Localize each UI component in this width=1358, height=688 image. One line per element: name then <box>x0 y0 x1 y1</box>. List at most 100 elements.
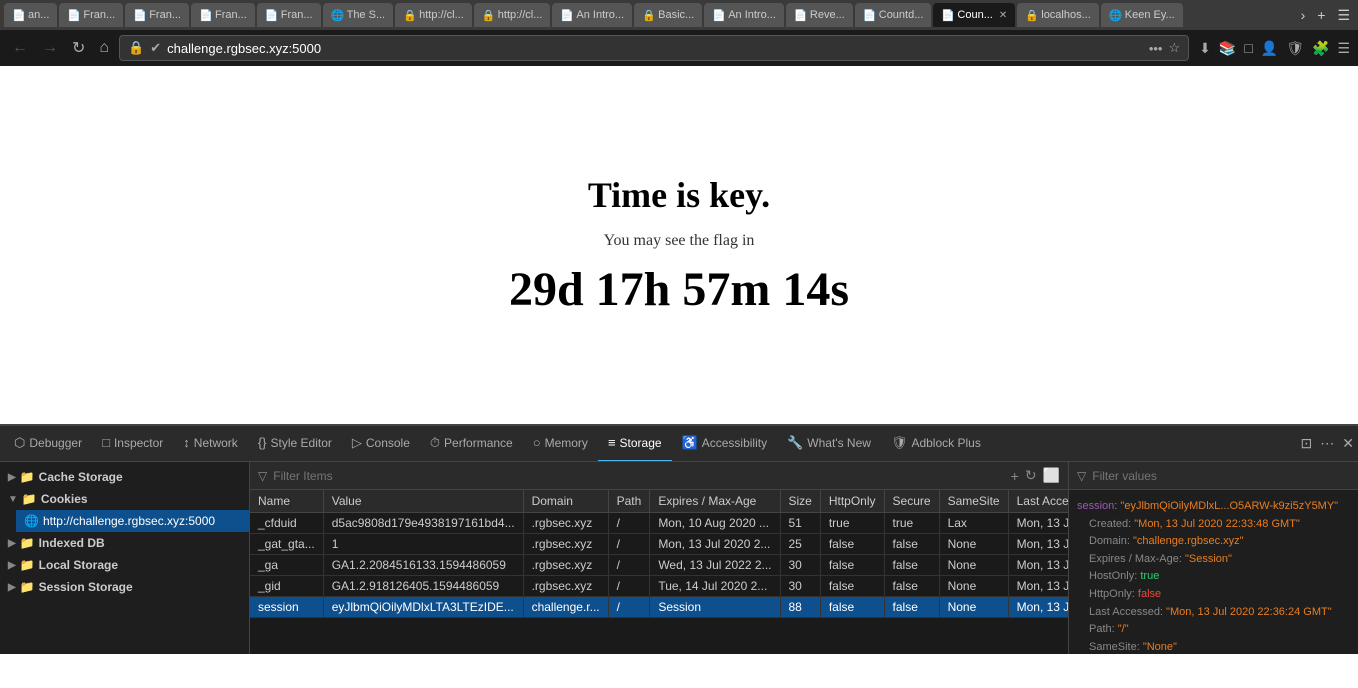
tab-11[interactable]: 📄Reve... <box>786 3 853 27</box>
rp-lastaccessed-row: Last Accessed: "Mon, 13 Jul 2020 22:36:2… <box>1089 604 1350 622</box>
tab-15[interactable]: 🌐Keen Ey... <box>1101 3 1183 27</box>
tab-favicon-1: 📄 <box>67 9 79 21</box>
rp-lastaccessed-label: Last Accessed: <box>1089 606 1166 618</box>
tab-close-13[interactable]: ✕ <box>999 10 1007 21</box>
cell-path: / <box>608 576 650 597</box>
col-expires[interactable]: Expires / Max-Age <box>650 490 780 513</box>
cell-lastaccessed: Mon, 13 Jul 2020 2... <box>1008 597 1068 618</box>
adblock-button[interactable]: 🛡 <box>1286 40 1304 57</box>
col-path[interactable]: Path <box>608 490 650 513</box>
tab-7[interactable]: 🔒http://cl... <box>474 3 551 27</box>
devtools-close-button[interactable]: ✕ <box>1342 435 1354 452</box>
export-button[interactable]: ⬜ <box>1043 467 1060 484</box>
col-domain[interactable]: Domain <box>523 490 608 513</box>
accessibility-icon: ♿ <box>682 435 698 451</box>
col-lastaccessed[interactable]: Last Accessed <box>1008 490 1068 513</box>
rp-hostonly-value: true <box>1140 570 1159 582</box>
tab-favicon-9: 🔒 <box>642 9 654 21</box>
cell-secure: false <box>884 534 939 555</box>
rp-samesite-value: "None" <box>1143 641 1177 653</box>
cell-lastaccessed: Mon, 13 Jul 2020 2... <box>1008 555 1068 576</box>
url-more-button[interactable]: ••• <box>1149 41 1163 56</box>
tab-storage[interactable]: ≡ Storage <box>598 426 672 462</box>
tab-1[interactable]: 📄Fran... <box>59 3 123 27</box>
table-row[interactable]: _ga GA1.2.2084516133.1594486059 .rgbsec.… <box>250 555 1068 576</box>
tree-item-cache-storage[interactable]: ▶ 📁 Cache Storage <box>0 466 249 488</box>
tab-14[interactable]: 🔒localhos... <box>1017 3 1099 27</box>
col-size[interactable]: Size <box>780 490 820 513</box>
library-button[interactable]: 📚 <box>1219 40 1236 57</box>
tree-item-indexed-db[interactable]: ▶ 📁 Indexed DB <box>0 532 249 554</box>
tree-item-cookies-challenge[interactable]: 🌐 http://challenge.rgbsec.xyz:5000 <box>16 510 249 532</box>
bookmark-button[interactable]: ☆ <box>1168 40 1180 56</box>
table-row[interactable]: _cfduid d5ac9808d179e4938197161bd4... .r… <box>250 513 1068 534</box>
download-button[interactable]: ⬇ <box>1199 40 1211 57</box>
col-secure[interactable]: Secure <box>884 490 939 513</box>
tab-inspector[interactable]: □ Inspector <box>92 426 173 462</box>
devtools-controls: ⊡ ⋯ ✕ <box>1301 435 1354 452</box>
tab-debugger[interactable]: ⬡ Debugger <box>4 426 92 462</box>
new-tab-button[interactable]: + <box>1313 5 1329 25</box>
tab-style-editor[interactable]: {} Style Editor <box>248 426 342 462</box>
tab-6[interactable]: 🔒http://cl... <box>395 3 472 27</box>
tab-13[interactable]: 📄Coun...✕ <box>933 3 1015 27</box>
filter-input[interactable] <box>273 469 1004 483</box>
tab-9[interactable]: 🔒Basic... <box>634 3 702 27</box>
devtools-dock-button[interactable]: ⊡ <box>1301 435 1313 452</box>
tab-accessibility[interactable]: ♿ Accessibility <box>672 426 778 462</box>
table-row[interactable]: _gid GA1.2.918126405.1594486059 .rgbsec.… <box>250 576 1068 597</box>
table-row-session[interactable]: session eyJlbmQiOilyMDlxLTA3LTEzIDE... c… <box>250 597 1068 618</box>
tab-4[interactable]: 📄Fran... <box>257 3 321 27</box>
cell-name: _gat_gta... <box>250 534 323 555</box>
col-name[interactable]: Name <box>250 490 323 513</box>
browser-chrome: 📄an... 📄Fran... 📄Fran... 📄Fran... 📄Fran.… <box>0 0 1358 66</box>
page-subtitle: You may see the flag in <box>604 232 755 250</box>
tab-2[interactable]: 📄Fran... <box>125 3 189 27</box>
storage-main-panel: ▽ + ↻ ⬜ Name Value Domain Path <box>250 462 1068 654</box>
rp-path-row: Path: "/" <box>1089 621 1350 639</box>
tab-3[interactable]: 📄Fran... <box>191 3 255 27</box>
tab-memory[interactable]: ○ Memory <box>523 426 598 462</box>
refresh-button[interactable]: ↻ <box>1025 467 1037 484</box>
cell-lastaccessed: Mon, 13 Jul 2020 2... <box>1008 513 1068 534</box>
tab-12[interactable]: 📄Countd... <box>855 3 932 27</box>
menu-button[interactable]: ☰ <box>1337 40 1350 57</box>
tree-item-local-storage[interactable]: ▶ 📁 Local Storage <box>0 554 249 576</box>
tree-item-session-storage[interactable]: ▶ 📁 Session Storage <box>0 576 249 598</box>
rp-httponly-value: false <box>1138 588 1161 600</box>
tab-8[interactable]: 📄An Intro... <box>552 3 632 27</box>
tab-0[interactable]: 📄an... <box>4 3 57 27</box>
cell-httponly: false <box>820 555 884 576</box>
addon-button[interactable]: 🧩 <box>1312 40 1329 57</box>
devtools-more-button[interactable]: ⋯ <box>1320 435 1334 452</box>
tab-list-button[interactable]: ☰ <box>1333 5 1354 26</box>
reader-button[interactable]: □ <box>1244 40 1252 56</box>
cell-path: / <box>608 555 650 576</box>
tab-10[interactable]: 📄An Intro... <box>704 3 784 27</box>
url-bar[interactable]: 🔒 ✔ challenge.rgbsec.xyz:5000 ••• ☆ <box>119 35 1189 61</box>
tab-whats-new[interactable]: 🔧 What's New <box>777 426 881 462</box>
tab-console[interactable]: ▷ Console <box>342 426 420 462</box>
tab-performance[interactable]: ⏱ Performance <box>420 426 523 462</box>
forward-button[interactable]: → <box>38 37 62 59</box>
table-row[interactable]: _gat_gta... 1 .rgbsec.xyz / Mon, 13 Jul … <box>250 534 1068 555</box>
tree-item-cookies[interactable]: ▼ 📁 Cookies <box>0 488 249 510</box>
add-item-button[interactable]: + <box>1011 468 1019 484</box>
cookies-arrow: ▼ <box>8 494 18 505</box>
sync-button[interactable]: 👤 <box>1261 40 1278 57</box>
col-samesite[interactable]: SameSite <box>939 490 1008 513</box>
cell-value: GA1.2.2084516133.1594486059 <box>323 555 523 576</box>
col-httponly[interactable]: HttpOnly <box>820 490 884 513</box>
cache-storage-arrow: ▶ <box>8 472 16 483</box>
home-button[interactable]: ⌂ <box>95 37 113 59</box>
cache-storage-icon: 📁 <box>20 470 35 484</box>
col-value[interactable]: Value <box>323 490 523 513</box>
memory-icon: ○ <box>533 435 541 450</box>
more-tabs-button[interactable]: › <box>1297 5 1310 25</box>
tab-network[interactable]: ↕ Network <box>173 426 248 462</box>
tab-5[interactable]: 🌐The S... <box>323 3 394 27</box>
tab-adblock[interactable]: 🛡 Adblock Plus <box>881 426 991 462</box>
right-filter-input[interactable] <box>1092 469 1350 483</box>
reload-button[interactable]: ↻ <box>68 36 89 60</box>
back-button[interactable]: ← <box>8 37 32 59</box>
